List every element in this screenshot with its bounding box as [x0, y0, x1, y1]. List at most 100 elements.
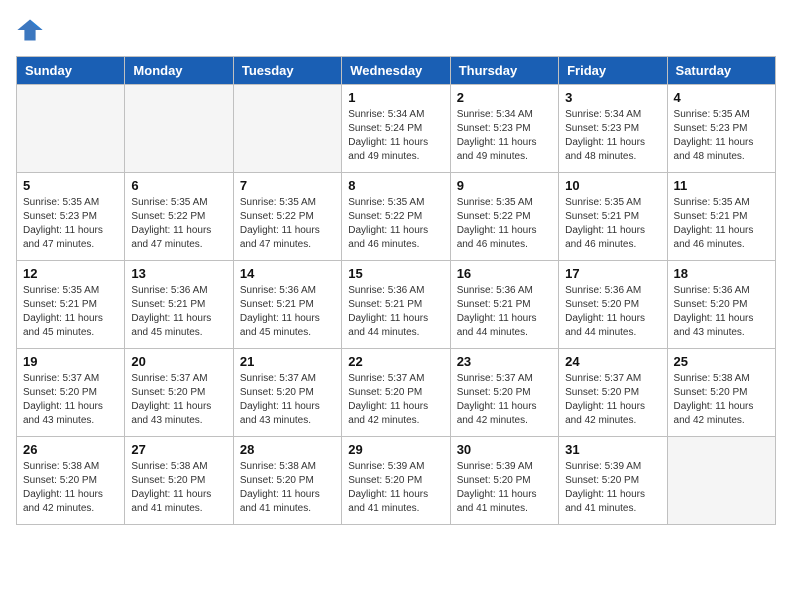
calendar-cell: 27 Sunrise: 5:38 AMSunset: 5:20 PMDayligh… — [125, 437, 233, 525]
calendar-cell — [667, 437, 775, 525]
day-number: 8 — [348, 178, 443, 193]
day-info: Sunrise: 5:39 AMSunset: 5:20 PMDaylight:… — [348, 460, 443, 516]
day-info: Sunrise: 5:37 AMSunset: 5:20 PMDaylight:… — [565, 372, 660, 428]
calendar-table: SundayMondayTuesdayWednesdayThursdayFrid… — [16, 56, 776, 525]
calendar-cell: 1 Sunrise: 5:34 AMSunset: 5:24 PMDaylight… — [342, 85, 450, 173]
logo-icon — [16, 16, 44, 44]
calendar-cell: 4 Sunrise: 5:35 AMSunset: 5:23 PMDaylight… — [667, 85, 775, 173]
day-info: Sunrise: 5:38 AMSunset: 5:20 PMDaylight:… — [674, 372, 769, 428]
day-number: 22 — [348, 354, 443, 369]
day-header-thursday: Thursday — [450, 57, 558, 85]
day-info: Sunrise: 5:34 AMSunset: 5:23 PMDaylight:… — [565, 108, 660, 164]
day-number: 28 — [240, 442, 335, 457]
day-info: Sunrise: 5:37 AMSunset: 5:20 PMDaylight:… — [348, 372, 443, 428]
day-number: 5 — [23, 178, 118, 193]
day-info: Sunrise: 5:36 AMSunset: 5:21 PMDaylight:… — [131, 284, 226, 340]
day-number: 13 — [131, 266, 226, 281]
day-info: Sunrise: 5:35 AMSunset: 5:23 PMDaylight:… — [23, 196, 118, 252]
logo — [16, 16, 48, 44]
day-number: 9 — [457, 178, 552, 193]
calendar-cell: 7Sunrise: 5:35 AMSunset: 5:22 PMDaylight… — [233, 173, 341, 261]
day-header-sunday: Sunday — [17, 57, 125, 85]
day-number: 10 — [565, 178, 660, 193]
day-info: Sunrise: 5:38 AMSunset: 5:20 PMDaylight:… — [131, 460, 226, 516]
day-header-saturday: Saturday — [667, 57, 775, 85]
calendar-cell: 28Sunrise: 5:38 AMSunset: 5:20 PMDayligh… — [233, 437, 341, 525]
day-number: 6 — [131, 178, 226, 193]
calendar-cell: 13 Sunrise: 5:36 AMSunset: 5:21 PMDayligh… — [125, 261, 233, 349]
calendar-cell: 21 Sunrise: 5:37 AMSunset: 5:20 PMDayligh… — [233, 349, 341, 437]
day-number: 24 — [565, 354, 660, 369]
day-info: Sunrise: 5:38 AMSunset: 5:20 PMDaylight:… — [23, 460, 118, 516]
day-number: 16 — [457, 266, 552, 281]
day-number: 21 — [240, 354, 335, 369]
calendar-cell: 14 Sunrise: 5:36 AMSunset: 5:21 PMDayligh… — [233, 261, 341, 349]
calendar-header-row: SundayMondayTuesdayWednesdayThursdayFrid… — [17, 57, 776, 85]
day-info: Sunrise: 5:37 AMSunset: 5:20 PMDaylight:… — [23, 372, 118, 428]
calendar-week-row: 1 Sunrise: 5:34 AMSunset: 5:24 PMDaylight… — [17, 85, 776, 173]
calendar-week-row: 19 Sunrise: 5:37 AMSunset: 5:20 PMDayligh… — [17, 349, 776, 437]
day-info: Sunrise: 5:36 AMSunset: 5:20 PMDaylight:… — [674, 284, 769, 340]
calendar-cell: 20Sunrise: 5:37 AMSunset: 5:20 PMDayligh… — [125, 349, 233, 437]
day-info: Sunrise: 5:36 AMSunset: 5:21 PMDaylight:… — [348, 284, 443, 340]
day-number: 11 — [674, 178, 769, 193]
day-header-tuesday: Tuesday — [233, 57, 341, 85]
day-info: Sunrise: 5:34 AMSunset: 5:24 PMDaylight:… — [348, 108, 443, 164]
calendar-cell: 12Sunrise: 5:35 AMSunset: 5:21 PMDayligh… — [17, 261, 125, 349]
day-info: Sunrise: 5:39 AMSunset: 5:20 PMDaylight:… — [565, 460, 660, 516]
day-header-friday: Friday — [559, 57, 667, 85]
day-header-wednesday: Wednesday — [342, 57, 450, 85]
calendar-cell: 9 Sunrise: 5:35 AMSunset: 5:22 PMDaylight… — [450, 173, 558, 261]
calendar-cell: 23Sunrise: 5:37 AMSunset: 5:20 PMDayligh… — [450, 349, 558, 437]
day-info: Sunrise: 5:35 AMSunset: 5:22 PMDaylight:… — [457, 196, 552, 252]
day-number: 4 — [674, 90, 769, 105]
day-info: Sunrise: 5:39 AMSunset: 5:20 PMDaylight:… — [457, 460, 552, 516]
calendar-cell: 25 Sunrise: 5:38 AMSunset: 5:20 PMDayligh… — [667, 349, 775, 437]
day-number: 20 — [131, 354, 226, 369]
calendar-cell: 19 Sunrise: 5:37 AMSunset: 5:20 PMDayligh… — [17, 349, 125, 437]
day-number: 17 — [565, 266, 660, 281]
day-info: Sunrise: 5:35 AMSunset: 5:21 PMDaylight:… — [23, 284, 118, 340]
day-number: 25 — [674, 354, 769, 369]
calendar-cell — [233, 85, 341, 173]
day-info: Sunrise: 5:35 AMSunset: 5:21 PMDaylight:… — [565, 196, 660, 252]
day-info: Sunrise: 5:37 AMSunset: 5:20 PMDaylight:… — [457, 372, 552, 428]
calendar-cell: 15 Sunrise: 5:36 AMSunset: 5:21 PMDayligh… — [342, 261, 450, 349]
day-info: Sunrise: 5:36 AMSunset: 5:21 PMDaylight:… — [240, 284, 335, 340]
calendar-week-row: 26 Sunrise: 5:38 AMSunset: 5:20 PMDayligh… — [17, 437, 776, 525]
day-info: Sunrise: 5:37 AMSunset: 5:20 PMDaylight:… — [240, 372, 335, 428]
day-number: 14 — [240, 266, 335, 281]
calendar-week-row: 12Sunrise: 5:35 AMSunset: 5:21 PMDayligh… — [17, 261, 776, 349]
day-info: Sunrise: 5:34 AMSunset: 5:23 PMDaylight:… — [457, 108, 552, 164]
calendar-cell: 26 Sunrise: 5:38 AMSunset: 5:20 PMDayligh… — [17, 437, 125, 525]
day-number: 27 — [131, 442, 226, 457]
calendar-cell: 5 Sunrise: 5:35 AMSunset: 5:23 PMDaylight… — [17, 173, 125, 261]
page-header — [16, 16, 776, 44]
calendar-cell: 2 Sunrise: 5:34 AMSunset: 5:23 PMDaylight… — [450, 85, 558, 173]
day-info: Sunrise: 5:35 AMSunset: 5:22 PMDaylight:… — [131, 196, 226, 252]
day-number: 31 — [565, 442, 660, 457]
calendar-cell: 10 Sunrise: 5:35 AMSunset: 5:21 PMDayligh… — [559, 173, 667, 261]
day-number: 18 — [674, 266, 769, 281]
calendar-cell: 11 Sunrise: 5:35 AMSunset: 5:21 PMDayligh… — [667, 173, 775, 261]
day-number: 1 — [348, 90, 443, 105]
calendar-cell: 22 Sunrise: 5:37 AMSunset: 5:20 PMDayligh… — [342, 349, 450, 437]
calendar-cell: 6 Sunrise: 5:35 AMSunset: 5:22 PMDaylight… — [125, 173, 233, 261]
calendar-cell: 31 Sunrise: 5:39 AMSunset: 5:20 PMDayligh… — [559, 437, 667, 525]
day-info: Sunrise: 5:36 AMSunset: 5:20 PMDaylight:… — [565, 284, 660, 340]
day-info: Sunrise: 5:36 AMSunset: 5:21 PMDaylight:… — [457, 284, 552, 340]
day-info: Sunrise: 5:35 AMSunset: 5:21 PMDaylight:… — [674, 196, 769, 252]
day-number: 2 — [457, 90, 552, 105]
calendar-cell: 3Sunrise: 5:34 AMSunset: 5:23 PMDaylight… — [559, 85, 667, 173]
day-number: 19 — [23, 354, 118, 369]
day-number: 30 — [457, 442, 552, 457]
day-number: 7 — [240, 178, 335, 193]
calendar-cell: 18 Sunrise: 5:36 AMSunset: 5:20 PMDayligh… — [667, 261, 775, 349]
calendar-cell: 8Sunrise: 5:35 AMSunset: 5:22 PMDaylight… — [342, 173, 450, 261]
calendar-week-row: 5 Sunrise: 5:35 AMSunset: 5:23 PMDaylight… — [17, 173, 776, 261]
day-info: Sunrise: 5:35 AMSunset: 5:23 PMDaylight:… — [674, 108, 769, 164]
day-number: 29 — [348, 442, 443, 457]
day-number: 15 — [348, 266, 443, 281]
day-number: 26 — [23, 442, 118, 457]
calendar-cell: 29 Sunrise: 5:39 AMSunset: 5:20 PMDayligh… — [342, 437, 450, 525]
